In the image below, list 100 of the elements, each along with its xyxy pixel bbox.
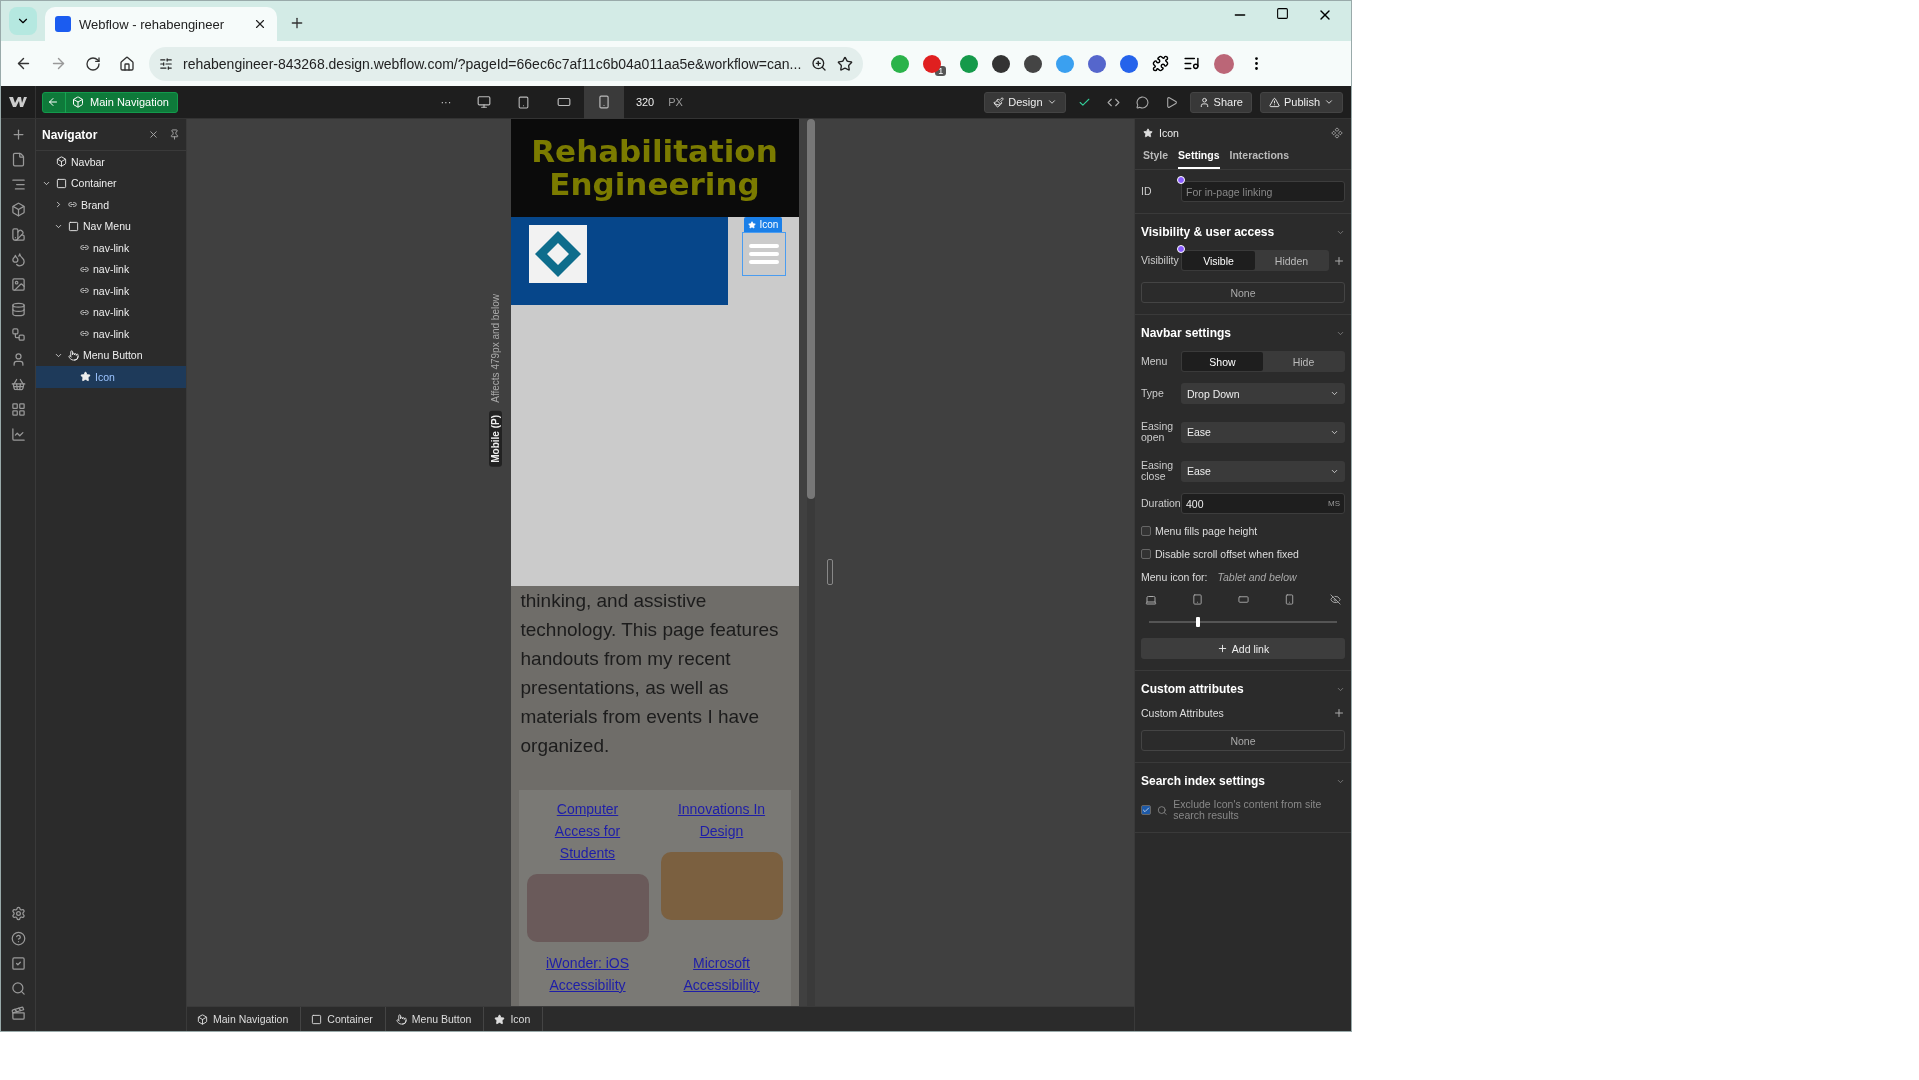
create-component-icon[interactable]	[1331, 127, 1343, 139]
laptop-icon[interactable]	[1145, 594, 1157, 606]
site-settings-icon[interactable]	[159, 56, 173, 71]
hamburger-menu-icon[interactable]	[742, 232, 786, 277]
chart-icon[interactable]	[10, 427, 26, 442]
landscape-icon[interactable]	[1238, 594, 1249, 605]
mode-dropdown[interactable]: Design	[984, 91, 1066, 113]
add-icon[interactable]	[1333, 254, 1345, 267]
maximize-icon[interactable]	[1276, 7, 1289, 20]
style-icon[interactable]	[10, 227, 26, 242]
more-button[interactable]: ···	[427, 96, 464, 108]
checkbox-icon[interactable]	[10, 956, 26, 971]
navigator-item[interactable]: Navbar	[36, 151, 186, 173]
apps-icon[interactable]	[10, 402, 26, 417]
select-dropdown[interactable]: Ease	[1181, 421, 1345, 443]
variables-icon[interactable]	[10, 252, 26, 267]
section-title: Search index settings	[1141, 774, 1266, 788]
webflow-logo-icon[interactable]	[9, 96, 27, 108]
publish-button[interactable]: Publish	[1259, 91, 1343, 113]
bookmark-star-icon[interactable]	[837, 55, 854, 72]
checkbox[interactable]	[1141, 526, 1151, 536]
section-title: Navbar settings	[1141, 326, 1232, 340]
select-dropdown[interactable]: Drop Down	[1181, 383, 1345, 404]
navigator-item[interactable]: nav-link	[36, 301, 186, 323]
panel-tab[interactable]: Style	[1143, 143, 1169, 169]
extension-icon[interactable]	[992, 54, 1011, 73]
extension-icon[interactable]	[923, 54, 942, 73]
resize-handle[interactable]	[826, 559, 833, 585]
menu-option[interactable]: Show	[1182, 352, 1263, 371]
canvas-width[interactable]: 320	[635, 96, 655, 108]
user-icon[interactable]	[10, 352, 26, 367]
navigator-item[interactable]: nav-link	[36, 258, 186, 280]
field-label: Type	[1141, 388, 1165, 399]
id-input-field[interactable]: For in-page linking	[1181, 181, 1345, 202]
add-icon[interactable]	[10, 127, 26, 142]
user-icon	[1198, 96, 1210, 108]
share-button[interactable]: Share	[1189, 91, 1252, 113]
phone-icon[interactable]	[1284, 594, 1295, 605]
visibility-option[interactable]: Visible	[1182, 251, 1255, 270]
scrollbar-thumb[interactable]	[806, 119, 815, 499]
navigator-item[interactable]: Container	[36, 172, 186, 194]
component-icon[interactable]	[10, 202, 26, 217]
address-bar[interactable]: rehabengineer-843268.design.webflow.com/?pageId=66ec6c7af11c6b04a011aa5e&workflow=can...	[149, 46, 864, 81]
breadcrumb[interactable]: Menu Button	[385, 1006, 485, 1031]
select-dropdown[interactable]: Ease	[1181, 460, 1345, 482]
add-icon[interactable]	[1333, 707, 1345, 719]
reload-icon	[85, 55, 101, 72]
phone-icon	[596, 95, 611, 109]
panel-tab[interactable]: Settings	[1178, 143, 1220, 169]
menu-option[interactable]: Hide	[1263, 352, 1344, 371]
warning-icon	[1268, 96, 1280, 108]
link-icon	[80, 329, 89, 339]
page-icon[interactable]	[10, 152, 26, 167]
add-link-button[interactable]: Add link	[1141, 638, 1345, 659]
breadcrumb[interactable]: Container	[301, 1006, 386, 1031]
database-icon[interactable]	[10, 302, 26, 317]
navigator-item[interactable]: nav-link	[36, 323, 186, 345]
video-icon[interactable]	[10, 1006, 26, 1021]
duration-field[interactable]: 400 MS	[1181, 493, 1345, 514]
checkbox[interactable]	[1141, 549, 1151, 559]
extension-icon[interactable]	[1024, 54, 1043, 73]
breakpoint-label[interactable]: Mobile (P)	[489, 411, 502, 467]
arrow-right-icon	[50, 55, 67, 72]
breakpoint-button[interactable]	[583, 85, 624, 119]
navigator-item[interactable]: nav-link	[36, 280, 186, 302]
component-button[interactable]: Main Navigation	[42, 91, 178, 113]
attributes-empty: None	[1141, 730, 1345, 751]
zoom-icon[interactable]	[811, 55, 828, 72]
search-icon[interactable]	[10, 981, 26, 996]
navigator-item[interactable]: nav-link	[36, 237, 186, 259]
checkbox[interactable]	[1141, 805, 1151, 815]
visibility-option[interactable]: Hidden	[1255, 251, 1328, 270]
slider-thumb[interactable]	[1195, 617, 1200, 627]
collapse-icon[interactable]	[148, 129, 159, 140]
workflow-icon[interactable]	[10, 327, 26, 342]
navigator-icon[interactable]	[10, 177, 26, 192]
extension-badge: 1	[935, 65, 947, 76]
basket-icon[interactable]	[10, 377, 26, 392]
extensions-puzzle-icon[interactable]	[1152, 55, 1170, 72]
navigator-item[interactable]: Nav Menu	[36, 215, 186, 237]
image-icon[interactable]	[10, 277, 26, 292]
navigator-item[interactable]: Menu Button	[36, 344, 186, 366]
conditions-field[interactable]: None	[1141, 282, 1345, 303]
field-label: Visibility	[1141, 255, 1177, 266]
eye-off-icon[interactable]	[1330, 594, 1341, 605]
navigator-item[interactable]: Icon	[36, 366, 186, 388]
tablet-icon	[517, 95, 531, 109]
browser-tab[interactable]: Webflow - rehabengineer	[45, 7, 277, 41]
panel-tab[interactable]: Interactions	[1229, 143, 1290, 169]
tablet-icon[interactable]	[1192, 594, 1203, 605]
settings-icon[interactable]	[10, 906, 26, 921]
help-icon[interactable]	[10, 931, 26, 946]
pin-icon[interactable]	[169, 129, 180, 140]
close-icon[interactable]	[253, 17, 267, 31]
media-icon[interactable]	[1183, 55, 1201, 72]
navigator-item[interactable]: Brand	[36, 194, 186, 216]
avatar[interactable]	[1214, 53, 1235, 74]
breadcrumb[interactable]: Icon	[484, 1006, 544, 1031]
field-label: Menu	[1141, 356, 1169, 367]
breadcrumb[interactable]: Main Navigation	[187, 1006, 302, 1031]
